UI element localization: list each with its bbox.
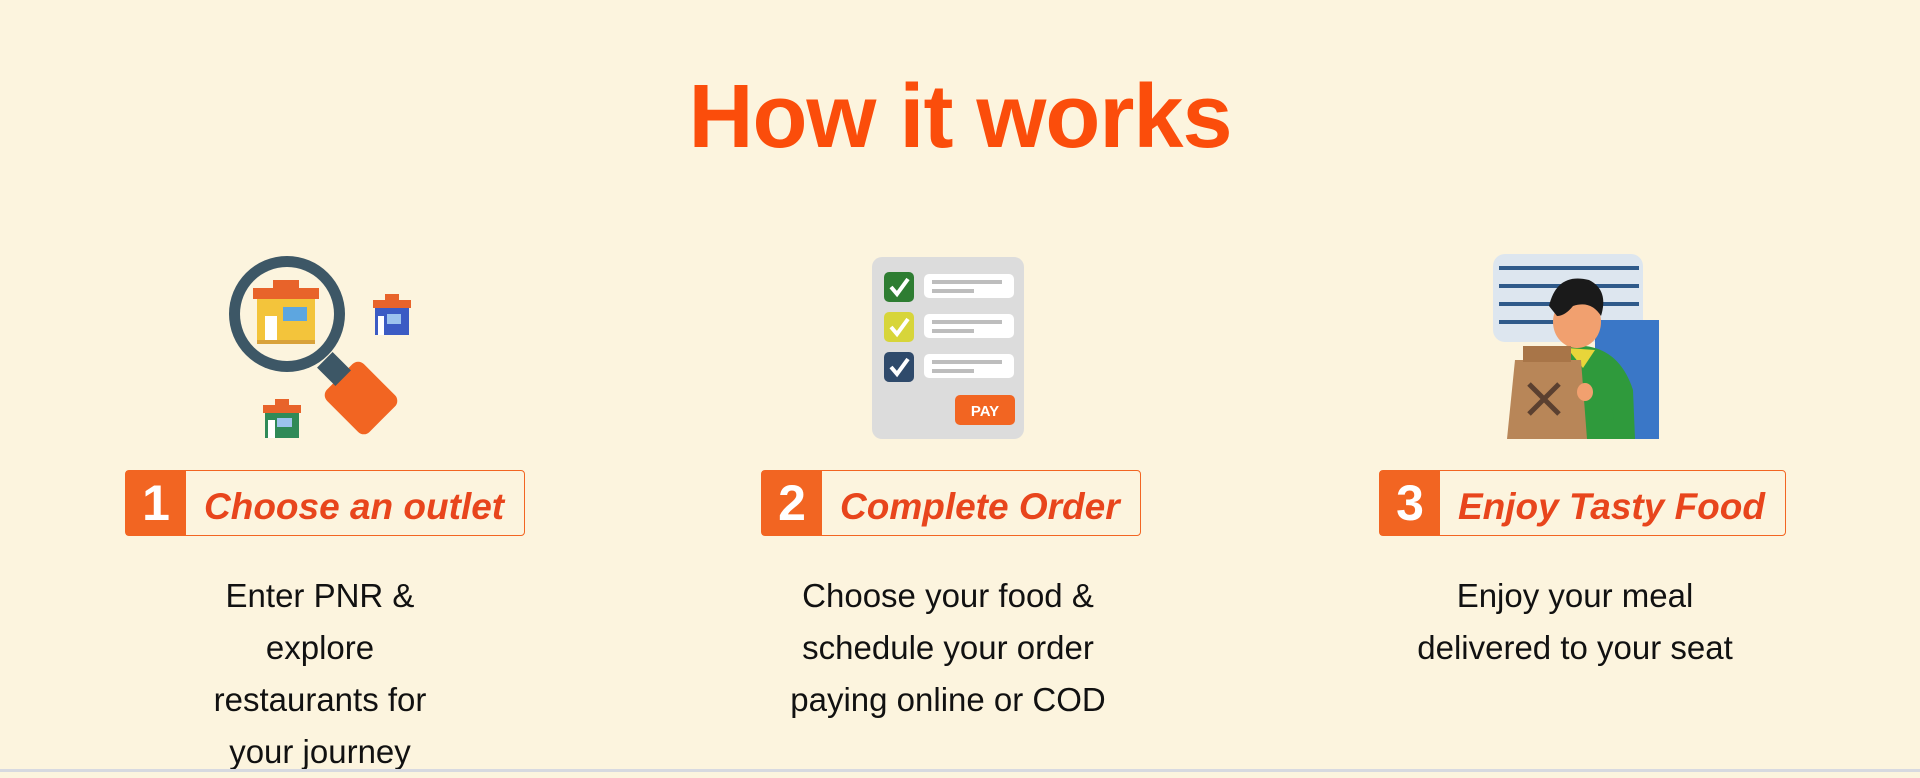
step-1-illustration (110, 250, 530, 445)
step-3-illustration (1365, 250, 1785, 445)
step-2-number: 2 (762, 471, 822, 535)
checklist-pay-icon: PAY (872, 257, 1024, 439)
delivery-person-icon (1493, 254, 1659, 439)
step-3-title: Enjoy Tasty Food (1458, 486, 1765, 527)
shop-icon-small (373, 294, 411, 335)
step-3-number: 3 (1380, 471, 1440, 535)
pay-icon-text: PAY (971, 403, 999, 420)
magnifier-outlet-icon (229, 256, 411, 438)
step-1-label-box: 1 Choose an outlet (125, 470, 526, 536)
step-3-description: Enjoy your meal delivered to your seat (1417, 577, 1733, 666)
step-2-label-box: 2 Complete Order (761, 470, 1141, 536)
section-title: How it works (688, 67, 1232, 167)
step-1-title: Choose an outlet (204, 486, 505, 527)
step-3-label-box: 3 Enjoy Tasty Food (1379, 470, 1786, 536)
step-2-description: Choose your food & schedule your order p… (790, 577, 1106, 718)
step-1-description: Enter PNR & explore restaurants for your… (213, 577, 427, 770)
step-2-illustration: PAY (738, 250, 1158, 445)
step-2-title: Complete Order (840, 486, 1120, 527)
step-1-number: 1 (126, 471, 186, 535)
